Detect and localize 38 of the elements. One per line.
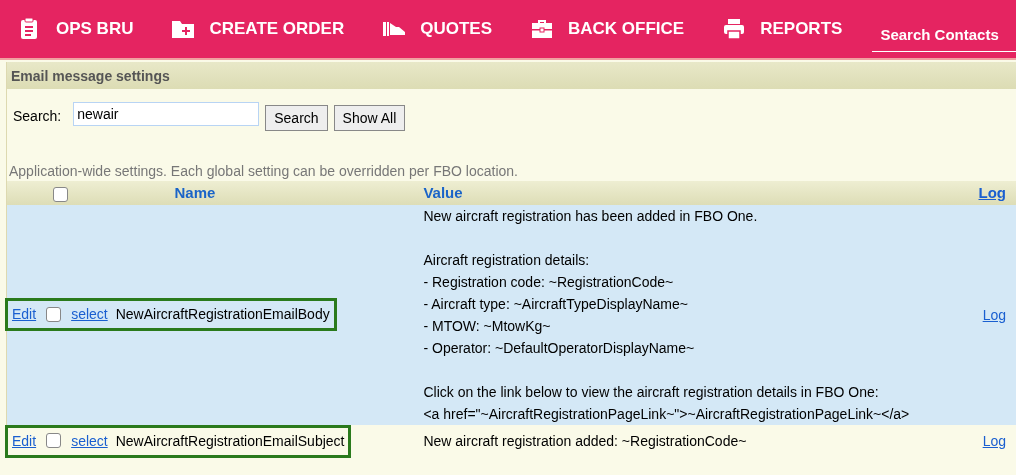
contact-search-field[interactable]: Search Contacts: [880, 26, 1016, 43]
nav-tab[interactable]: BACK OFFICE: [530, 17, 685, 41]
panel-title: Email message settings: [7, 62, 1016, 89]
edit-link[interactable]: Edit: [12, 306, 37, 323]
value-text: - MTOW: ~MtowKg~: [423, 316, 552, 336]
select-all-checkbox[interactable]: [53, 186, 68, 202]
table-row[interactable]: Edit select NewAircraftRegistrationEmailSubject New aircraft registration added: ~RegistrationCode~ Log: [7, 424, 1016, 458]
select-link[interactable]: select: [71, 306, 108, 323]
log-link[interactable]: Log: [982, 433, 1006, 450]
edit-link[interactable]: Edit: [12, 432, 37, 449]
value-text: - Operator: ~DefaultOperatorDisplayName~: [423, 338, 696, 358]
show-all-button[interactable]: Show All: [333, 105, 406, 131]
value-text: <a href="~AircraftRegistrationPageLink~">~AircraftRegistrationPageLink~</a>: [423, 404, 911, 424]
nav-tab[interactable]: REPORTS: [722, 17, 843, 41]
nav-tab[interactable]: CREATE ORDER: [171, 17, 345, 41]
value-text: New aircraft registration has been added in FBO One.: [423, 206, 759, 226]
value-text: - Aircraft type: ~AircraftTypeDisplayName~: [423, 294, 689, 314]
column-header[interactable]: Name: [174, 184, 216, 202]
caption-text: Application-wide settings. Each global setting can be overridden per FBO location.: [9, 163, 519, 179]
log-link[interactable]: Log: [982, 306, 1006, 323]
value-text: Aircraft registration details:: [423, 250, 591, 270]
nav-tab[interactable]: QUOTES: [382, 17, 492, 41]
select-link[interactable]: select: [71, 432, 108, 449]
value-text: New aircraft registration added: ~RegistrationCode~: [423, 432, 748, 452]
row-checkbox[interactable]: [46, 433, 62, 449]
nav-tab[interactable]: OPS BRU: [18, 17, 134, 41]
search-field[interactable]: newair: [73, 102, 260, 126]
briefcase-icon: [530, 17, 554, 41]
setting-name: NewAircraftRegistrationEmailBody: [115, 306, 330, 323]
table-row[interactable]: [7, 204, 1016, 425]
value-text: - Registration code: ~RegistrationCode~: [423, 272, 675, 292]
value-text: Click on the link below to view the aircraft registration details in FBO One:: [423, 382, 880, 402]
row-checkbox[interactable]: [46, 306, 62, 322]
search-button[interactable]: Search: [265, 105, 328, 131]
search-label: Search:: [13, 108, 62, 124]
setting-name: NewAircraftRegistrationEmailSubject: [115, 432, 345, 449]
printer-icon: [722, 17, 747, 41]
column-header[interactable]: Value: [423, 184, 463, 202]
